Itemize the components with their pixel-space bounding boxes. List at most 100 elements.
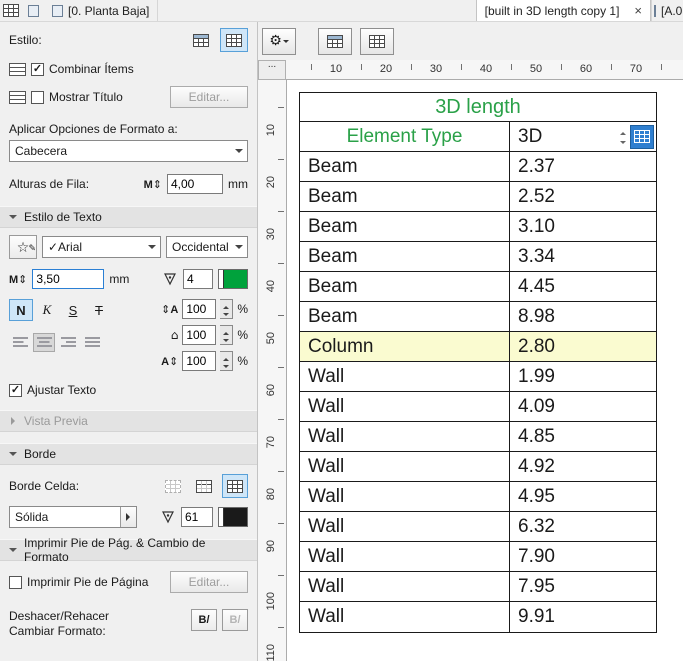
cell-element-type[interactable]: Wall [300,422,510,451]
cell-3d-value[interactable]: 2.80 [510,332,656,361]
border-pen-input[interactable] [181,507,213,527]
table-style-full-button[interactable] [220,28,248,52]
line-spacing-spinner[interactable] [220,299,233,319]
border-type-select[interactable]: Sólida [9,506,137,528]
font-select[interactable]: ✓Arial [42,236,161,258]
cell-element-type[interactable]: Beam [300,212,510,241]
script-select[interactable]: Occidental [166,236,248,258]
table-row[interactable]: Beam 4.45 [300,272,656,302]
column-sort-spinner[interactable] [618,125,630,149]
quick-options-button[interactable] [0,0,22,21]
table-row[interactable]: Wall 4.09 [300,392,656,422]
cell-element-type[interactable]: Column [300,332,510,361]
table-row[interactable]: Beam 2.52 [300,182,656,212]
cell-3d-value[interactable]: 4.45 [510,272,656,301]
cell-3d-value[interactable]: 4.95 [510,482,656,511]
cell-3d-value[interactable]: 2.52 [510,182,656,211]
restructure-table-button[interactable] [318,28,352,55]
row-height-input[interactable] [167,174,223,194]
edit-footer-button[interactable]: Editar... [170,571,248,593]
redo-format-button[interactable]: B/ [222,609,248,631]
cell-3d-value[interactable]: 8.98 [510,302,656,331]
cell-element-type[interactable]: Wall [300,362,510,391]
cell-element-type[interactable]: Beam [300,302,510,331]
cell-3d-value[interactable]: 3.10 [510,212,656,241]
table-options-button[interactable] [360,28,394,55]
cell-element-type[interactable]: Wall [300,602,510,632]
column-header-3d[interactable]: 3D [510,122,656,151]
tab-planta-baja[interactable]: [0. Planta Baja] [44,0,158,21]
text-size-input[interactable] [32,269,104,289]
show-title-checkbox[interactable] [31,91,44,104]
tab-layout-a01[interactable]: [A.01 [651,0,683,21]
cell-3d-value[interactable]: 3.34 [510,242,656,271]
cell-element-type[interactable]: Wall [300,572,510,601]
bold-button[interactable]: N [9,299,33,321]
text-style-section-header[interactable]: Estilo de Texto [0,206,257,228]
cell-3d-value[interactable]: 2.37 [510,152,656,181]
cell-element-type[interactable]: Wall [300,542,510,571]
text-pen-input[interactable] [183,269,213,289]
table-style-compact-button[interactable] [187,28,215,52]
column-header-element-type[interactable]: Element Type [300,122,510,151]
cell-3d-value[interactable]: 6.32 [510,512,656,541]
table-row[interactable]: Wall 7.95 [300,572,656,602]
italic-button[interactable]: K [35,299,59,321]
border-all-button[interactable] [222,474,248,498]
wrap-text-checkbox[interactable]: ✓ [9,384,22,397]
border-horizontal-button[interactable] [191,474,217,498]
table-row[interactable]: Beam 8.98 [300,302,656,332]
align-justify-button[interactable] [81,333,103,352]
table-row[interactable]: Wall 6.32 [300,512,656,542]
char-width-input[interactable] [182,325,216,345]
table-row[interactable]: Wall 4.95 [300,482,656,512]
table-row[interactable]: Column 2.80 [300,332,656,362]
combine-items-checkbox[interactable]: ✓ [31,63,44,76]
edit-title-button[interactable]: Editar... [170,86,248,108]
new-tab-button[interactable] [22,0,44,21]
char-width-spinner[interactable] [220,325,233,345]
cell-3d-value[interactable]: 1.99 [510,362,656,391]
table-row[interactable]: Beam 2.37 [300,152,656,182]
ruler-options-button[interactable]: ... [258,60,286,80]
cell-3d-value[interactable]: 7.95 [510,572,656,601]
table-row[interactable]: Beam 3.10 [300,212,656,242]
favorites-button[interactable]: ☆✎ [9,235,37,259]
align-left-button[interactable] [9,333,31,352]
tab-3d-length-schedule[interactable]: [built in 3D length copy 1] × [476,0,651,21]
print-footer-checkbox[interactable] [9,576,22,589]
scheme-settings-button[interactable]: ⚙ [262,28,296,55]
table-row[interactable]: Wall 7.90 [300,542,656,572]
apply-format-select[interactable]: Cabecera [9,140,248,162]
line-spacing-input[interactable] [182,299,216,319]
align-right-button[interactable] [57,333,79,352]
cell-3d-value[interactable]: 9.91 [510,602,656,632]
cell-3d-value[interactable]: 4.92 [510,452,656,481]
cell-element-type[interactable]: Beam [300,182,510,211]
table-row[interactable]: Wall 9.91 [300,602,656,632]
table-row[interactable]: Wall 4.92 [300,452,656,482]
cell-3d-value[interactable]: 7.90 [510,542,656,571]
underline-button[interactable]: S [61,299,85,321]
char-spacing-input[interactable] [182,351,216,371]
table-row[interactable]: Beam 3.34 [300,242,656,272]
cell-element-type[interactable]: Beam [300,242,510,271]
table-row[interactable]: Wall 1.99 [300,362,656,392]
char-spacing-spinner[interactable] [220,351,233,371]
strikethrough-button[interactable]: T [87,299,111,321]
border-section-header[interactable]: Borde [0,443,257,465]
cell-element-type[interactable]: Wall [300,482,510,511]
cell-element-type[interactable]: Wall [300,392,510,421]
preview-section-header[interactable]: Vista Previa [0,410,257,432]
cell-element-type[interactable]: Beam [300,272,510,301]
cell-element-type[interactable]: Beam [300,152,510,181]
align-center-button[interactable] [33,333,55,352]
table-row[interactable]: Wall 4.85 [300,422,656,452]
text-color-swatch[interactable] [218,269,248,289]
table-title[interactable]: 3D length [300,93,656,122]
border-color-swatch[interactable] [218,507,248,527]
cell-element-type[interactable]: Wall [300,512,510,541]
cell-3d-value[interactable]: 4.85 [510,422,656,451]
close-icon[interactable]: × [634,4,642,17]
undo-format-button[interactable]: B/ [191,609,217,631]
